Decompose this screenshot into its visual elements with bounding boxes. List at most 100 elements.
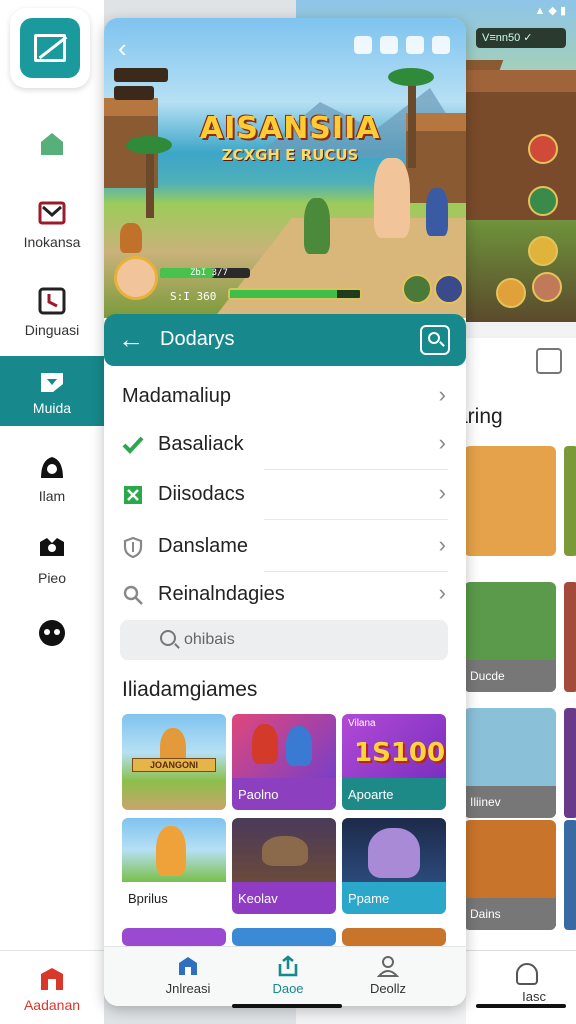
sidebar-item-clock[interactable]: Dinguasi (0, 286, 104, 356)
window-icon[interactable] (432, 36, 450, 54)
sidebar-item-media[interactable]: Muida (0, 356, 104, 426)
record-icon[interactable] (380, 36, 398, 54)
card-tag: Vilana (348, 718, 376, 729)
status-bar-icons: ▲ ◆ ▮ (534, 5, 566, 17)
sidebar: Inokansa Dinguasi Muida Ilam Pieo Aadana… (0, 0, 104, 1024)
sidebar-item-person[interactable]: Ilam (0, 452, 104, 522)
background-card-label: Iliinev (464, 786, 556, 818)
game-card[interactable]: Paolno (232, 714, 336, 810)
team-avatar[interactable] (434, 274, 464, 304)
chevron-right-icon: › (438, 532, 446, 557)
sidebar-bottom-label: Aadanan (23, 997, 81, 1013)
check-icon (122, 436, 144, 454)
sidebar-item-controller[interactable] (0, 618, 104, 688)
score-label: S:I 360 (170, 290, 217, 303)
search-icon (123, 585, 143, 605)
clock-icon (38, 287, 66, 315)
background-card-label: Dains (464, 898, 556, 930)
game-card-partial[interactable] (122, 928, 226, 946)
sidebar-bottom-item[interactable]: Aadanan (0, 950, 104, 1024)
npc-character (120, 223, 142, 253)
companion-character (304, 198, 330, 254)
team-avatar[interactable] (402, 274, 432, 304)
background-avatar[interactable] (532, 272, 562, 302)
camera-icon[interactable] (406, 36, 424, 54)
player-avatar[interactable] (114, 256, 158, 300)
menu-heading-row[interactable]: Madamaliup › (104, 372, 466, 422)
hp-label: ZbI 3/7 (190, 268, 228, 278)
sidebar-item-label: Pieo (37, 570, 67, 586)
progress-bar (228, 288, 362, 300)
hud-top-icons (346, 36, 456, 60)
nav-label: Deollz (369, 981, 407, 996)
search-input[interactable]: ohibais (120, 620, 448, 660)
sidebar-item-inbox[interactable]: Inokansa (0, 198, 104, 268)
chevron-right-icon: › (438, 480, 446, 505)
resource-chips (114, 68, 174, 104)
building-icon (179, 957, 197, 975)
character-figure (286, 726, 312, 766)
menu-item-danslame[interactable]: Danslame › (104, 522, 466, 572)
background-game-card[interactable] (464, 446, 556, 556)
background-game-card-edge (564, 708, 576, 818)
menu-item-label: Basaliack (158, 433, 244, 455)
card-label: Paolno (232, 778, 336, 810)
sidebar-item-label: Ilam (38, 488, 66, 504)
character-figure (368, 828, 420, 878)
sidebar-item-home[interactable] (0, 128, 104, 198)
game-card[interactable]: Keolav (232, 818, 336, 914)
close-box-icon (124, 486, 142, 504)
background-avatar[interactable] (528, 134, 558, 164)
sidebar-item-gallery[interactable]: Pieo (0, 534, 104, 604)
game-title: AISANSIIA (200, 111, 381, 146)
search-placeholder: ohibais (184, 631, 235, 648)
home-indicator[interactable] (232, 1004, 342, 1008)
sidebar-item-label: Inokansa (23, 234, 81, 250)
character-figure (252, 724, 278, 764)
background-game-card-edge (564, 446, 576, 556)
controller-icon (39, 620, 65, 646)
inbox-icon (38, 201, 66, 225)
card-label: Apoarte (342, 778, 446, 810)
background-game-card[interactable]: Iliinev (464, 708, 556, 818)
nav-item-deollz[interactable]: Deollz (328, 947, 448, 1006)
search-button[interactable] (420, 325, 450, 355)
search-icon (160, 630, 176, 646)
background-avatar[interactable] (528, 186, 558, 216)
back-button[interactable]: ‹ (118, 35, 144, 62)
page-title: Dodarys (160, 328, 235, 350)
background-game-card[interactable]: Ducde (464, 582, 556, 692)
game-subtitle: ZCXGH E RUCUS (221, 146, 359, 164)
background-game-card[interactable]: Dains (464, 820, 556, 930)
bag-icon[interactable] (536, 348, 562, 374)
media-icon (41, 373, 63, 392)
background-game-card-edge (564, 582, 576, 692)
header-bar: ← Dodarys (104, 314, 466, 366)
game-card[interactable]: Ppame (342, 818, 446, 914)
background-avatar[interactable] (528, 236, 558, 266)
game-card-partial[interactable] (342, 928, 446, 946)
game-card[interactable]: JOANGONI (122, 714, 226, 810)
app-logo[interactable] (10, 8, 90, 88)
game-card[interactable]: Bprilus (122, 818, 226, 914)
back-arrow-icon[interactable]: ← (118, 324, 144, 354)
game-hero-banner[interactable]: ‹ AISANSIIA ZCXGH E RUCUS ZbI 3/7 S:I 36… (104, 18, 466, 318)
game-card-partial[interactable] (232, 928, 336, 946)
character-figure (262, 836, 308, 866)
card-label: Ppame (342, 882, 446, 914)
home-icon (41, 133, 63, 155)
menu-heading: Madamaliup (122, 385, 231, 407)
gift-icon[interactable] (354, 36, 372, 54)
background-nav-label[interactable]: Iasc (522, 989, 546, 1004)
card-big-number: 1S100 (354, 738, 446, 768)
home-indicator[interactable] (476, 1004, 566, 1008)
user-icon[interactable] (516, 963, 538, 985)
sidebar-item-label: Dinguasi (24, 322, 80, 338)
menu-item-reinalndagies[interactable]: Reinalndagies › (104, 570, 466, 620)
chevron-right-icon: › (438, 580, 446, 605)
menu-item-basaliack[interactable]: Basaliack › (104, 420, 466, 470)
game-card[interactable]: Vilana 1S100 Apoarte (342, 714, 446, 810)
character-figure (156, 826, 186, 876)
background-avatar[interactable] (496, 278, 526, 308)
menu-item-diisodacs[interactable]: Diisodacs › (104, 470, 466, 520)
